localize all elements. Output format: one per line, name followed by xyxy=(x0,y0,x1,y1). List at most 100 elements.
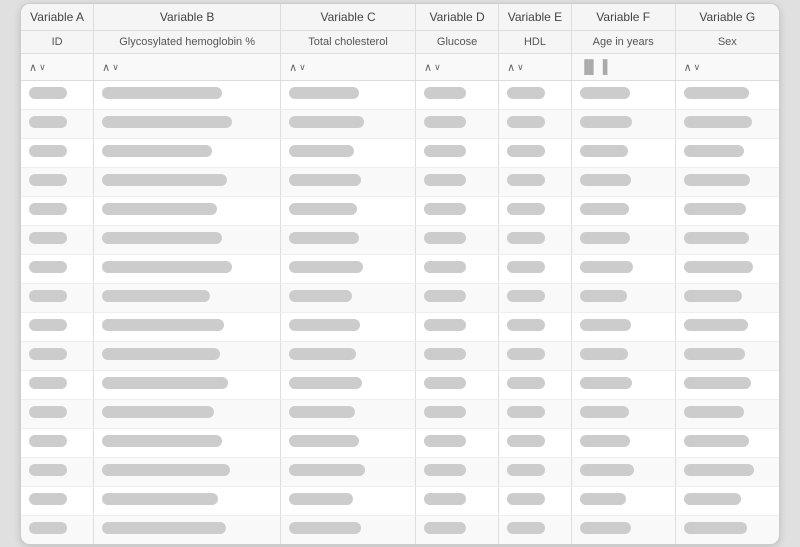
data-cell-b xyxy=(102,348,220,360)
data-cell-f xyxy=(580,203,629,215)
table-row xyxy=(21,80,779,109)
table-row xyxy=(21,109,779,138)
data-cell-d xyxy=(424,203,466,215)
data-cell-f xyxy=(580,435,630,447)
data-cell-c xyxy=(289,522,361,534)
chevron-icon-b: ∨ xyxy=(112,62,119,73)
data-cell-c xyxy=(289,116,364,128)
data-cell-f xyxy=(580,348,628,360)
chevron-icon-d: ∨ xyxy=(434,62,441,73)
data-cell-c xyxy=(289,290,352,302)
sort-button-a[interactable]: ∧∨ xyxy=(29,61,46,74)
data-cell-c xyxy=(289,319,360,331)
data-cell-e xyxy=(507,406,545,418)
column-label-d: Glucose xyxy=(416,30,499,53)
table-row xyxy=(21,196,779,225)
data-cell-b xyxy=(102,319,224,331)
data-cell-f xyxy=(580,87,630,99)
data-cell-c xyxy=(289,145,354,157)
data-cell-a xyxy=(29,522,67,534)
data-cell-d xyxy=(424,348,466,360)
chevron-icon-c: ∨ xyxy=(299,62,306,73)
data-cell-c xyxy=(289,406,355,418)
sort-button-e[interactable]: ∧∨ xyxy=(507,61,524,74)
data-cell-d xyxy=(424,493,466,505)
column-label-g: Sex xyxy=(675,30,779,53)
data-cell-f xyxy=(580,116,632,128)
data-cell-c xyxy=(289,203,357,215)
data-cell-e xyxy=(507,174,545,186)
chevron-icon-a: ∨ xyxy=(39,62,46,73)
data-cell-b xyxy=(102,232,222,244)
data-cell-g xyxy=(684,377,751,389)
table-row xyxy=(21,167,779,196)
data-cell-b xyxy=(102,261,232,273)
data-cell-a xyxy=(29,290,67,302)
chevron-icon-g: ∨ xyxy=(694,62,701,73)
data-cell-a xyxy=(29,435,67,447)
sort-button-g[interactable]: ∧∨ xyxy=(684,61,701,74)
data-cell-g xyxy=(684,522,747,534)
sort-button-b[interactable]: ∧∨ xyxy=(102,61,119,74)
sort-button-f[interactable]: ▐▌▐ xyxy=(580,59,608,74)
data-cell-d xyxy=(424,522,466,534)
data-cell-c xyxy=(289,174,361,186)
data-cell-f xyxy=(580,377,632,389)
data-cell-c xyxy=(289,232,359,244)
data-cell-g xyxy=(684,203,746,215)
data-cell-e xyxy=(507,116,545,128)
data-cell-a xyxy=(29,87,67,99)
data-cell-a xyxy=(29,406,67,418)
column-label-c: Total cholesterol xyxy=(281,30,416,53)
table-row xyxy=(21,283,779,312)
data-cell-e xyxy=(507,493,545,505)
sort-icon-a: ∧ xyxy=(29,61,37,74)
table-row xyxy=(21,312,779,341)
data-cell-c xyxy=(289,435,359,447)
data-cell-d xyxy=(424,116,466,128)
data-cell-b xyxy=(102,87,222,99)
variable-label-e: Variable E xyxy=(499,4,572,31)
barchart-icon: ▐▌▐ xyxy=(580,59,608,74)
sort-button-c[interactable]: ∧∨ xyxy=(289,61,306,74)
data-cell-a xyxy=(29,232,67,244)
table-row xyxy=(21,486,779,515)
data-cell-d xyxy=(424,145,466,157)
data-cell-e xyxy=(507,319,545,331)
data-cell-d xyxy=(424,232,466,244)
data-cell-b xyxy=(102,406,214,418)
data-cell-f xyxy=(580,261,633,273)
data-cell-b xyxy=(102,145,212,157)
data-cell-d xyxy=(424,464,466,476)
data-cell-a xyxy=(29,203,67,215)
table-row xyxy=(21,341,779,370)
data-cell-a xyxy=(29,261,67,273)
data-cell-a xyxy=(29,319,67,331)
column-label-f: Age in years xyxy=(571,30,675,53)
sort-button-d[interactable]: ∧∨ xyxy=(424,61,441,74)
data-cell-f xyxy=(580,174,631,186)
data-cell-g xyxy=(684,319,748,331)
data-cell-e xyxy=(507,87,545,99)
data-cell-g xyxy=(684,87,749,99)
variable-label-g: Variable G xyxy=(675,4,779,31)
data-cell-c xyxy=(289,348,356,360)
data-cell-g xyxy=(684,174,750,186)
data-cell-b xyxy=(102,493,218,505)
table-row xyxy=(21,370,779,399)
table-row xyxy=(21,515,779,544)
data-cell-b xyxy=(102,290,210,302)
data-cell-f xyxy=(580,522,631,534)
data-cell-e xyxy=(507,348,545,360)
data-cell-a xyxy=(29,348,67,360)
sort-icon-g: ∧ xyxy=(684,61,692,74)
data-cell-d xyxy=(424,290,466,302)
main-table: Variable AVariable BVariable CVariable D… xyxy=(21,4,779,544)
table-row xyxy=(21,457,779,486)
data-cell-g xyxy=(684,348,745,360)
data-cell-g xyxy=(684,290,742,302)
data-cell-g xyxy=(684,406,744,418)
data-cell-b xyxy=(102,203,217,215)
data-cell-g xyxy=(684,464,754,476)
table-row xyxy=(21,428,779,457)
